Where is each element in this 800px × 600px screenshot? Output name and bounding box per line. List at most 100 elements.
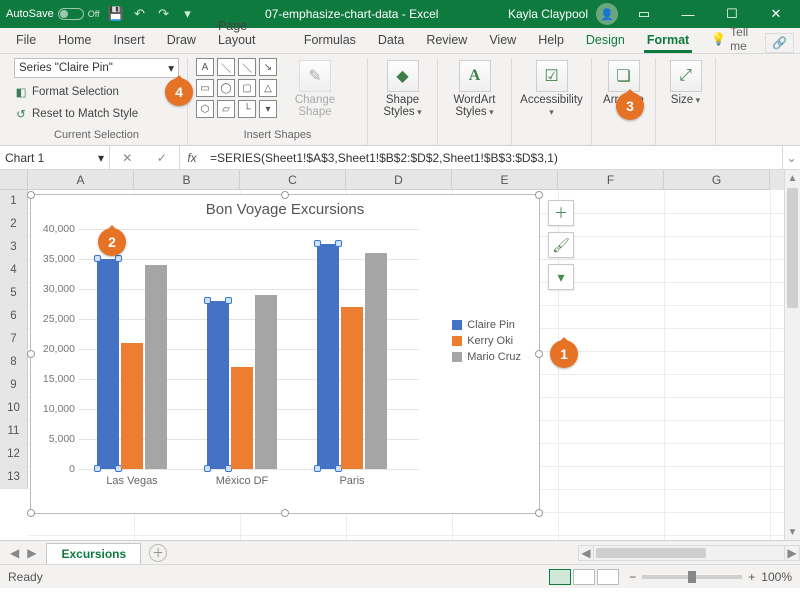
row-header[interactable]: 4 bbox=[0, 259, 28, 282]
row-header[interactable]: 10 bbox=[0, 397, 28, 420]
row-header[interactable]: 1 bbox=[0, 190, 28, 213]
col-header[interactable]: G bbox=[664, 170, 770, 190]
worksheet-area[interactable]: ABCDEFG 12345678910111213 Bon Voyage Exc… bbox=[0, 170, 800, 540]
tab-view[interactable]: View bbox=[479, 28, 526, 53]
minimize-icon[interactable]: — bbox=[670, 0, 706, 28]
col-header[interactable]: E bbox=[452, 170, 558, 190]
hscroll-thumb[interactable] bbox=[596, 548, 706, 558]
tab-file[interactable]: File bbox=[6, 28, 46, 53]
chart-handle[interactable] bbox=[535, 350, 543, 358]
new-sheet-button[interactable]: ＋ bbox=[149, 544, 167, 562]
row-header[interactable]: 12 bbox=[0, 443, 28, 466]
row-header[interactable]: 9 bbox=[0, 374, 28, 397]
fx-label[interactable]: fx bbox=[180, 146, 204, 169]
share-button[interactable]: 🔗 bbox=[765, 33, 794, 53]
bar-series-2[interactable] bbox=[365, 253, 387, 469]
enter-formula-icon[interactable]: ✓ bbox=[157, 151, 167, 165]
chart-handle[interactable] bbox=[535, 509, 543, 517]
user-avatar-icon[interactable]: 👤 bbox=[596, 3, 618, 25]
shape-hex-icon[interactable]: ⬡ bbox=[196, 100, 214, 118]
save-icon[interactable]: 💾 bbox=[108, 6, 124, 22]
zoom-in-icon[interactable]: + bbox=[748, 570, 755, 584]
bar-series-1[interactable] bbox=[341, 307, 363, 469]
zoom-slider[interactable]: − + 100% bbox=[629, 570, 792, 584]
sheet-tab-excursions[interactable]: Excursions bbox=[46, 543, 141, 564]
shapes-gallery[interactable]: A ＼ ＼ ↘ ▭ ◯ ▢ △ ⬡ ▱ └ ▾ bbox=[196, 58, 277, 118]
tab-formulas[interactable]: Formulas bbox=[294, 28, 366, 53]
chart-plot-area[interactable]: 05,00010,00015,00020,00025,00030,00035,0… bbox=[79, 229, 419, 469]
shape-line2-icon[interactable]: ＼ bbox=[238, 58, 256, 76]
reset-to-match-style-button[interactable]: ↺ Reset to Match Style bbox=[14, 106, 179, 122]
maximize-icon[interactable]: ☐ bbox=[714, 0, 750, 28]
bar-series-1[interactable] bbox=[231, 367, 253, 469]
legend-entry[interactable]: Mario Cruz bbox=[452, 351, 521, 363]
chart-styles-button[interactable]: 🖌 bbox=[548, 232, 574, 258]
vertical-scrollbar[interactable]: ▲ ▼ bbox=[784, 170, 800, 540]
legend-entry[interactable]: Claire Pin bbox=[452, 319, 521, 331]
cancel-formula-icon[interactable]: ✕ bbox=[122, 151, 132, 165]
scroll-up-icon[interactable]: ▲ bbox=[785, 170, 800, 186]
col-header[interactable]: A bbox=[28, 170, 134, 190]
bar-series-0[interactable] bbox=[207, 301, 229, 469]
accessibility-button[interactable]: ☑ Accessibility bbox=[520, 58, 583, 118]
shape-line-icon[interactable]: ＼ bbox=[217, 58, 235, 76]
close-icon[interactable]: ✕ bbox=[758, 0, 794, 28]
tab-draw[interactable]: Draw bbox=[157, 28, 206, 53]
row-header[interactable]: 5 bbox=[0, 282, 28, 305]
view-normal-button[interactable] bbox=[549, 569, 571, 585]
view-page-layout-button[interactable] bbox=[573, 569, 595, 585]
tab-review[interactable]: Review bbox=[416, 28, 477, 53]
shape-triangle-icon[interactable]: △ bbox=[259, 79, 277, 97]
bar-series-2[interactable] bbox=[145, 265, 167, 469]
chart-element-dropdown[interactable]: Series "Claire Pin" ▾ bbox=[14, 58, 179, 78]
chart-handle[interactable] bbox=[27, 509, 35, 517]
shape-roundrect-icon[interactable]: ▢ bbox=[238, 79, 256, 97]
shape-rect-icon[interactable]: ▭ bbox=[196, 79, 214, 97]
bar-series-0[interactable] bbox=[97, 259, 119, 469]
user-name[interactable]: Kayla Claypool bbox=[508, 7, 588, 21]
shape-lconn-icon[interactable]: └ bbox=[238, 100, 256, 118]
bar-series-1[interactable] bbox=[121, 343, 143, 469]
col-header[interactable]: F bbox=[558, 170, 664, 190]
undo-icon[interactable]: ↶ bbox=[132, 6, 148, 22]
chart-legend[interactable]: Claire Pin Kerry Oki Mario Cruz bbox=[452, 315, 521, 367]
name-box[interactable]: Chart 1 ▾ bbox=[0, 146, 110, 169]
bar-series-0[interactable] bbox=[317, 244, 339, 469]
chart-handle[interactable] bbox=[535, 191, 543, 199]
formula-input[interactable]: =SERIES(Sheet1!$A$3,Sheet1!$B$2:$D$2,She… bbox=[204, 146, 782, 169]
row-headers[interactable]: 12345678910111213 bbox=[0, 190, 28, 489]
shape-textbox-icon[interactable]: A bbox=[196, 58, 214, 76]
row-header[interactable]: 6 bbox=[0, 305, 28, 328]
size-button[interactable]: ⤢ Size bbox=[664, 58, 707, 106]
chart-handle[interactable] bbox=[281, 509, 289, 517]
scroll-thumb[interactable] bbox=[787, 188, 798, 308]
sheet-nav-next-icon[interactable]: ▶ bbox=[27, 546, 36, 560]
hscroll-left-icon[interactable]: ◀ bbox=[578, 545, 594, 561]
view-page-break-button[interactable] bbox=[597, 569, 619, 585]
shape-para-icon[interactable]: ▱ bbox=[217, 100, 235, 118]
chart-handle[interactable] bbox=[27, 350, 35, 358]
shape-oval-icon[interactable]: ◯ bbox=[217, 79, 235, 97]
redo-icon[interactable]: ↷ bbox=[156, 6, 172, 22]
shapes-more-icon[interactable]: ▾ bbox=[259, 100, 277, 118]
hscroll-track[interactable] bbox=[594, 545, 784, 561]
row-header[interactable]: 8 bbox=[0, 351, 28, 374]
tab-help[interactable]: Help bbox=[528, 28, 574, 53]
sheet-nav-prev-icon[interactable]: ◀ bbox=[10, 546, 19, 560]
zoom-track[interactable] bbox=[642, 575, 742, 579]
row-header[interactable]: 13 bbox=[0, 466, 28, 489]
bar-series-2[interactable] bbox=[255, 295, 277, 469]
legend-entry[interactable]: Kerry Oki bbox=[452, 335, 521, 347]
wordart-styles-button[interactable]: A WordArt Styles bbox=[446, 58, 503, 118]
expand-formula-bar-icon[interactable]: ⌄ bbox=[782, 146, 800, 169]
row-header[interactable]: 2 bbox=[0, 213, 28, 236]
autosave-toggle[interactable]: AutoSave Off bbox=[6, 8, 100, 20]
chart-handle[interactable] bbox=[281, 191, 289, 199]
tab-data[interactable]: Data bbox=[368, 28, 414, 53]
zoom-knob[interactable] bbox=[688, 571, 696, 583]
shape-arrow-icon[interactable]: ↘ bbox=[259, 58, 277, 76]
zoom-out-icon[interactable]: − bbox=[629, 570, 636, 584]
tab-format[interactable]: Format bbox=[637, 28, 699, 53]
row-header[interactable]: 7 bbox=[0, 328, 28, 351]
horizontal-scrollbar[interactable]: ◀ ▶ bbox=[578, 545, 800, 561]
